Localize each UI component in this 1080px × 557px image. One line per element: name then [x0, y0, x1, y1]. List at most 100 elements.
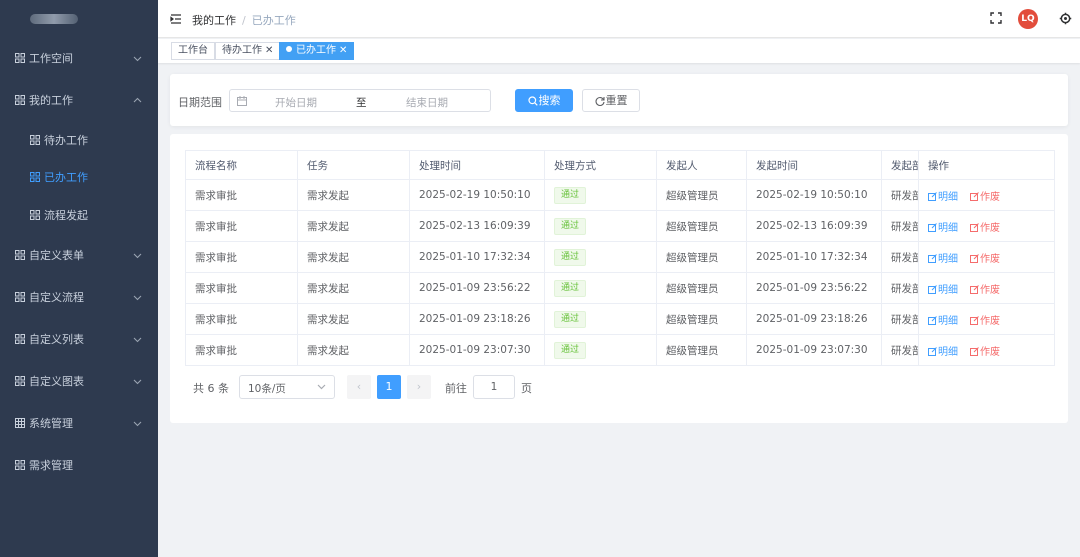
page-size-select[interactable]: 10条/页	[239, 375, 335, 399]
detail-link[interactable]: 明细	[928, 316, 958, 327]
page-number[interactable]: 1	[377, 375, 401, 399]
tag-label: 已办工作	[296, 45, 336, 56]
void-link[interactable]: 作废	[970, 347, 1000, 358]
cell-initiator: 超级管理员	[656, 210, 747, 242]
next-page-button[interactable]: ›	[407, 375, 431, 399]
start-date-input[interactable]: 开始日期	[275, 95, 317, 110]
sidebar-item-label: 已办工作	[44, 171, 88, 184]
detail-link-label: 明细	[938, 222, 958, 234]
status-badge: 通过	[554, 186, 587, 204]
sidebar-item-label: 流程发起	[44, 209, 88, 222]
detail-link[interactable]: 明细	[928, 223, 958, 234]
cell-method: 通过	[544, 272, 657, 304]
edit-icon	[928, 222, 938, 234]
cell-task: 需求发起	[297, 241, 410, 273]
void-link[interactable]: 作废	[970, 285, 1000, 296]
sidebar-item[interactable]: 待办工作	[0, 123, 158, 157]
sidebar-item[interactable]: 自定义表单	[0, 238, 158, 272]
tag-done[interactable]: 已办工作 ✕	[279, 42, 355, 60]
close-icon[interactable]: ✕	[339, 45, 347, 56]
tag-workbench[interactable]: 工作台	[171, 42, 215, 60]
reset-button-label: 重置	[605, 94, 628, 107]
pagination: 共 6 条 10条/页 ‹ 1 › 前往 页	[193, 374, 593, 399]
cell-initiator: 超级管理员	[656, 272, 747, 304]
void-link[interactable]: 作废	[970, 254, 1000, 265]
sidebar-item[interactable]: 已办工作	[0, 160, 158, 194]
goto-page-input[interactable]	[473, 375, 515, 399]
status-badge: 通过	[554, 310, 587, 328]
cell-name: 需求审批	[185, 179, 298, 211]
cell-task: 需求发起	[297, 303, 410, 335]
status-badge: 通过	[554, 341, 587, 359]
sidebar-item[interactable]: 自定义流程	[0, 280, 158, 314]
cell-start-time: 2025-01-10 17:32:34	[746, 241, 882, 273]
cell-actions: 明细 作废	[918, 241, 1055, 273]
date-range-picker[interactable]: 开始日期 至 结束日期	[229, 89, 491, 112]
edit-icon	[970, 284, 980, 296]
table-row: 需求审批 需求发起 2025-01-09 23:56:22 通过 超级管理员 2025-0…	[185, 272, 1055, 304]
sidebar-item-label: 工作空间	[29, 52, 73, 65]
edit-icon	[970, 315, 980, 327]
sidebar-item[interactable]: 工作空间	[0, 41, 158, 75]
sidebar-item[interactable]: 自定义列表	[0, 322, 158, 356]
end-date-input[interactable]: 结束日期	[406, 95, 448, 110]
detail-link[interactable]: 明细	[928, 285, 958, 296]
edit-icon	[970, 222, 980, 234]
sidebar-item[interactable]: 我的工作	[0, 83, 158, 117]
breadcrumb-current: 已办工作	[251, 14, 296, 27]
detail-link[interactable]: 明细	[928, 254, 958, 265]
edit-icon	[970, 253, 980, 265]
hamburger-icon[interactable]	[170, 13, 182, 25]
edit-icon	[928, 346, 938, 358]
close-icon[interactable]: ✕	[265, 45, 273, 56]
detail-link-label: 明细	[938, 346, 958, 358]
chevron-down-icon	[133, 334, 142, 343]
void-link-label: 作废	[980, 284, 1000, 296]
table-row: 需求审批 需求发起 2025-01-10 17:32:34 通过 超级管理员 2025-0…	[185, 241, 1055, 273]
column-header: 发起部门	[881, 150, 919, 180]
cell-handle-time: 2025-02-13 16:09:39	[409, 210, 545, 242]
sidebar-item[interactable]: 系统管理	[0, 406, 158, 440]
sidebar-item-label: 自定义列表	[29, 333, 84, 346]
column-header: 发起人	[656, 150, 747, 180]
table-header-row: 流程名称 任务 处理时间 处理方式 发起人 发起时间 发起部门 操作	[185, 150, 1055, 180]
void-link[interactable]: 作废	[970, 192, 1000, 203]
cell-method: 通过	[544, 303, 657, 335]
status-badge: 通过	[554, 217, 587, 235]
cell-handle-time: 2025-01-09 23:18:26	[409, 303, 545, 335]
cell-dept: 研发部	[881, 210, 919, 242]
breadcrumb-parent[interactable]: 我的工作	[192, 14, 236, 27]
edit-icon	[970, 346, 980, 358]
detail-link[interactable]: 明细	[928, 192, 958, 203]
cell-actions: 明细 作废	[918, 334, 1055, 366]
sidebar-item-label: 自定义图表	[29, 375, 84, 388]
sidebar-item-label: 待办工作	[44, 134, 88, 147]
fullscreen-icon[interactable]	[990, 12, 1002, 24]
logo	[0, 0, 158, 38]
sidebar-item[interactable]: 流程发起	[0, 198, 158, 232]
status-badge: 通过	[554, 248, 587, 266]
cell-name: 需求审批	[185, 334, 298, 366]
breadcrumb: 我的工作 / 已办工作	[192, 12, 296, 28]
active-dot-icon	[286, 46, 292, 52]
done-work-table: 流程名称 任务 处理时间 处理方式 发起人 发起时间 发起部门 操作 需求审批需…	[185, 150, 1055, 366]
cell-actions: 明细 作废	[918, 303, 1055, 335]
sidebar: 工作空间我的工作待办工作已办工作流程发起自定义表单自定义流程自定义列表自定义图表…	[0, 0, 158, 557]
void-link[interactable]: 作废	[970, 223, 1000, 234]
grid-icon	[30, 135, 40, 145]
tags-view: 工作台 待办工作 ✕ 已办工作 ✕	[158, 39, 1080, 63]
reset-button[interactable]: 重置	[582, 89, 640, 112]
void-link[interactable]: 作废	[970, 316, 1000, 327]
table-row: 需求审批 需求发起 2025-02-13 16:09:39 通过 超级管理员 2025-0…	[185, 210, 1055, 242]
edit-icon	[928, 191, 938, 203]
detail-link-label: 明细	[938, 253, 958, 265]
avatar[interactable]: LQ	[1018, 9, 1038, 29]
sidebar-item[interactable]: 需求管理	[0, 448, 158, 482]
tag-todo[interactable]: 待办工作 ✕	[215, 42, 281, 60]
settings-icon[interactable]	[1059, 12, 1072, 25]
search-button[interactable]: 搜索	[515, 89, 573, 112]
detail-link[interactable]: 明细	[928, 347, 958, 358]
sidebar-item[interactable]: 自定义图表	[0, 364, 158, 398]
cell-actions: 明细 作废	[918, 210, 1055, 242]
prev-page-button[interactable]: ‹	[347, 375, 371, 399]
